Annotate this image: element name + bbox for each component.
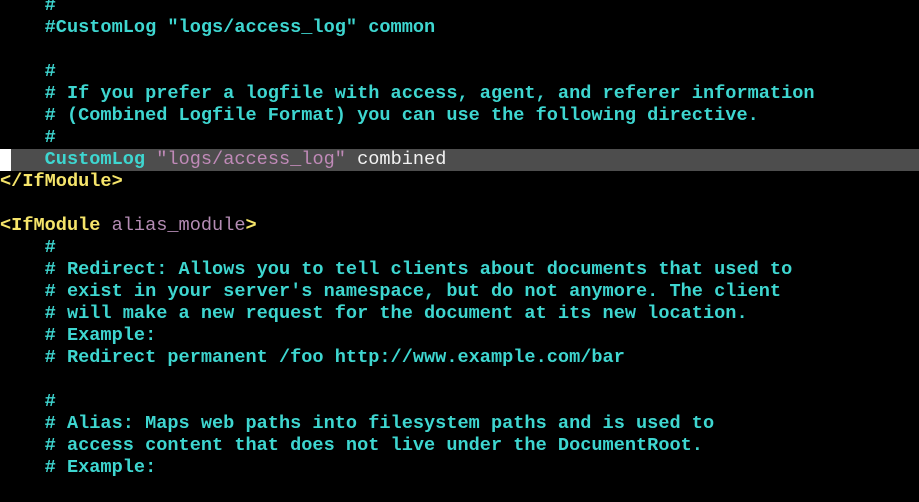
token-keyword: CustomLog (44, 149, 146, 170)
code-line[interactable]: # Example: (0, 325, 919, 347)
token-comment: # (44, 391, 56, 412)
token-comment: # If you prefer a logfile with access, a… (44, 83, 815, 104)
code-line[interactable]: # access content that does not live unde… (0, 435, 919, 457)
code-line[interactable] (0, 369, 919, 391)
current-line[interactable]: CustomLog "logs/access_log" combined (0, 149, 919, 171)
code-line[interactable]: # Redirect: Allows you to tell clients a… (0, 259, 919, 281)
code-line[interactable]: # (Combined Logfile Format) you can use … (0, 105, 919, 127)
token-string: "logs/access_log" (156, 149, 346, 170)
token-comment: # (Combined Logfile Format) you can use … (44, 105, 759, 126)
code-line[interactable]: # (0, 61, 919, 83)
code-line[interactable]: # Example: (0, 457, 919, 479)
code-line[interactable]: </IfModule> (0, 171, 919, 193)
code-line[interactable] (0, 39, 919, 61)
code-line[interactable]: # will make a new request for the docume… (0, 303, 919, 325)
token-comment: # (44, 237, 56, 258)
code-line[interactable]: # If you prefer a logfile with access, a… (0, 83, 919, 105)
code-line[interactable]: <IfModule alias_module> (0, 215, 919, 237)
token-comment: # exist in your server's namespace, but … (44, 281, 782, 302)
token-comment: # Example: (44, 457, 157, 478)
token-plain: combined (345, 149, 447, 170)
code-line[interactable]: # (0, 237, 919, 259)
token-comment: # Redirect permanent /foo http://www.exa… (44, 347, 625, 368)
token-tag: > (245, 215, 257, 236)
editor-buffer[interactable]: # #CustomLog "logs/access_log" common # … (0, 0, 919, 479)
token-comment: # Redirect: Allows you to tell clients a… (44, 259, 793, 280)
code-line[interactable]: # Alias: Maps web paths into filesystem … (0, 413, 919, 435)
code-line[interactable]: # exist in your server's namespace, but … (0, 281, 919, 303)
code-line[interactable]: # Redirect permanent /foo http://www.exa… (0, 347, 919, 369)
token-comment: # Example: (44, 325, 157, 346)
code-line[interactable]: # (0, 0, 919, 17)
code-line[interactable] (0, 193, 919, 215)
token-tag: </IfModule> (0, 171, 123, 192)
token-comment: # (44, 61, 56, 82)
token-tag: <IfModule (0, 215, 101, 236)
code-line[interactable]: # (0, 127, 919, 149)
token-comment: # (44, 0, 56, 16)
terminal-editor[interactable]: # #CustomLog "logs/access_log" common # … (0, 0, 919, 502)
token-comment: # will make a new request for the docume… (44, 303, 748, 324)
code-line[interactable]: # (0, 391, 919, 413)
token-comment: # Alias: Maps web paths into filesystem … (44, 413, 715, 434)
code-line[interactable]: #CustomLog "logs/access_log" common (0, 17, 919, 39)
text-cursor (0, 149, 11, 171)
token-comment: # (44, 127, 56, 148)
token-comment: # access content that does not live unde… (44, 435, 703, 456)
token-attr: alias_module (111, 215, 246, 236)
token-comment: #CustomLog "logs/access_log" common (44, 17, 436, 38)
